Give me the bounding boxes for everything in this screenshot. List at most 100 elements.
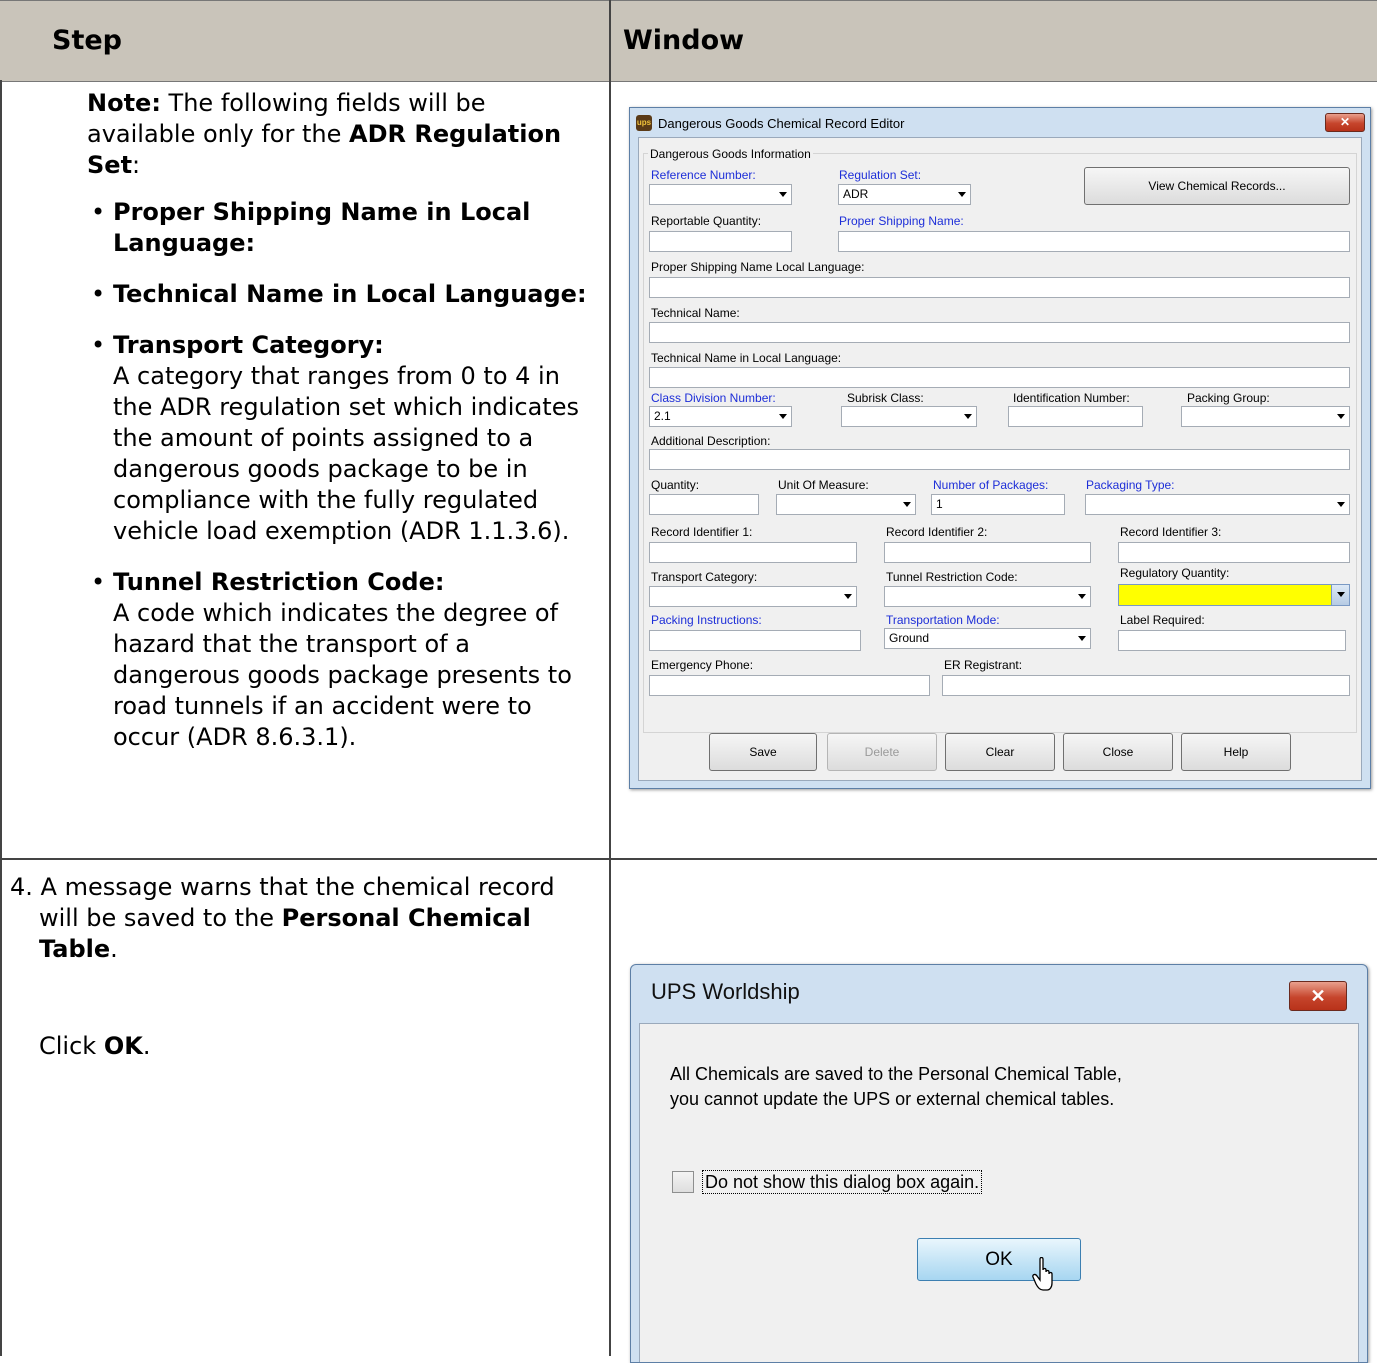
subrisk-class-combobox[interactable] (841, 406, 977, 427)
dropdown-button[interactable] (1331, 585, 1349, 605)
group-label: Dangerous Goods Information (648, 147, 813, 161)
record-identifier-3-label: Record Identifier 3: (1120, 525, 1222, 539)
chevron-down-icon (958, 192, 966, 197)
editor-client-area: Dangerous Goods Information Reference Nu… (638, 137, 1362, 781)
record-identifier-1-field[interactable] (649, 542, 857, 563)
adr-field-list: Proper Shipping Name in Local Language: … (87, 197, 592, 753)
packing-group-combobox[interactable] (1181, 406, 1350, 427)
psn-local-label: Proper Shipping Name Local Language: (651, 260, 865, 274)
class-division-combobox[interactable]: 2.1 (649, 406, 792, 427)
close-button[interactable]: Close (1063, 733, 1173, 771)
quantity-field[interactable] (649, 494, 759, 515)
technical-name-label: Technical Name: (651, 306, 740, 320)
number-of-packages-field[interactable]: 1 (931, 494, 1065, 515)
list-item: Transport Category:A category that range… (87, 330, 592, 547)
list-item: Tunnel Restriction Code:A code which ind… (87, 567, 592, 753)
chevron-down-icon (1337, 502, 1345, 507)
dialog-title: UPS Worldship (651, 979, 800, 1004)
chevron-down-icon (779, 414, 787, 419)
delete-button[interactable]: Delete (827, 733, 937, 771)
packing-instructions-label: Packing Instructions: (651, 613, 762, 627)
technical-local-field[interactable] (649, 367, 1350, 388)
view-chemical-records-button[interactable]: View Chemical Records... (1084, 167, 1350, 205)
dialog-close-icon[interactable]: ✕ (1289, 981, 1347, 1011)
proper-shipping-name-field[interactable] (838, 231, 1350, 252)
number-of-packages-label: Number of Packages: (933, 478, 1049, 492)
reportable-quantity-field[interactable] (649, 231, 792, 252)
subrisk-class-label: Subrisk Class: (847, 391, 924, 405)
transportation-mode-label: Transportation Mode: (886, 613, 1000, 627)
identification-number-field[interactable] (1008, 406, 1143, 427)
reference-number-combobox[interactable] (649, 184, 792, 205)
window-column-header: Window (623, 25, 745, 56)
table-header: Step Window (0, 0, 1377, 82)
dont-show-checkbox[interactable] (672, 1171, 694, 1193)
technical-name-field[interactable] (649, 322, 1350, 343)
ups-worldship-dialog: UPS Worldship ✕ All Chemicals are saved … (630, 964, 1368, 1363)
transport-category-label: Transport Category: (651, 570, 758, 584)
record-identifier-2-field[interactable] (884, 542, 1091, 563)
identification-number-label: Identification Number: (1013, 391, 1130, 405)
technical-local-label: Technical Name in Local Language: (651, 351, 842, 365)
help-button[interactable]: Help (1181, 733, 1291, 771)
list-item: Technical Name in Local Language: (87, 279, 592, 310)
column-divider (609, 0, 611, 1356)
reportable-quantity-label: Reportable Quantity: (651, 214, 762, 228)
chevron-down-icon (1337, 592, 1345, 597)
label-required-field[interactable] (1118, 630, 1346, 651)
proper-shipping-name-label: Proper Shipping Name: (839, 214, 964, 228)
regulatory-quantity-label: Regulatory Quantity: (1120, 566, 1230, 580)
regulatory-quantity-combobox[interactable] (1118, 584, 1350, 606)
er-registrant-field[interactable] (942, 675, 1350, 696)
packing-group-label: Packing Group: (1187, 391, 1270, 405)
step-column-header: Step (52, 25, 122, 56)
reference-number-label: Reference Number: (651, 168, 756, 182)
chevron-down-icon (903, 502, 911, 507)
record-identifier-1-label: Record Identifier 1: (651, 525, 753, 539)
unit-of-measure-label: Unit Of Measure: (778, 478, 869, 492)
step-4: 4. A message warns that the chemical rec… (10, 872, 590, 1062)
chevron-down-icon (1337, 414, 1345, 419)
dialog-client-area: All Chemicals are saved to the Personal … (639, 1023, 1359, 1362)
chevron-down-icon (779, 192, 787, 197)
ups-logo-icon: ups (636, 115, 652, 131)
step-note: Note: The following fields will be avail… (87, 88, 592, 773)
transportation-mode-combobox[interactable]: Ground (884, 628, 1091, 649)
packaging-type-combobox[interactable] (1085, 494, 1350, 515)
row-divider (0, 858, 1377, 860)
dont-show-label[interactable]: Do not show this dialog box again. (702, 1170, 983, 1194)
label-required-label: Label Required: (1120, 613, 1205, 627)
tunnel-restriction-combobox[interactable] (884, 586, 1091, 607)
mouse-cursor-icon (1032, 1257, 1053, 1291)
chevron-down-icon (964, 414, 972, 419)
transport-category-combobox[interactable] (649, 586, 857, 607)
class-division-label: Class Division Number: (651, 391, 776, 405)
additional-description-field[interactable] (649, 449, 1350, 470)
packing-instructions-field[interactable] (649, 630, 861, 651)
dialog-message: All Chemicals are saved to the Personal … (670, 1064, 1122, 1109)
regulation-set-label: Regulation Set: (839, 168, 922, 182)
er-registrant-label: ER Registrant: (944, 658, 1023, 672)
chevron-down-icon (1078, 636, 1086, 641)
record-identifier-2-label: Record Identifier 2: (886, 525, 988, 539)
tunnel-restriction-label: Tunnel Restriction Code: (886, 570, 1018, 584)
editor-title: Dangerous Goods Chemical Record Editor (658, 116, 905, 131)
save-button[interactable]: Save (709, 733, 817, 771)
clear-button[interactable]: Clear (945, 733, 1055, 771)
record-identifier-3-field[interactable] (1118, 542, 1350, 563)
packaging-type-label: Packaging Type: (1086, 478, 1175, 492)
emergency-phone-label: Emergency Phone: (651, 658, 754, 672)
list-item: Proper Shipping Name in Local Language: (87, 197, 592, 259)
chevron-down-icon (844, 594, 852, 599)
editor-close-icon[interactable]: ✕ (1325, 113, 1365, 132)
emergency-phone-field[interactable] (649, 675, 930, 696)
chevron-down-icon (1078, 594, 1086, 599)
chemical-record-editor-window: ups Dangerous Goods Chemical Record Edit… (629, 107, 1371, 789)
psn-local-field[interactable] (649, 277, 1350, 298)
quantity-label: Quantity: (651, 478, 700, 492)
click-ok-instruction: Click OK. (39, 1032, 151, 1060)
regulation-set-combobox[interactable]: ADR (838, 184, 971, 205)
table-left-border (0, 80, 2, 1356)
unit-of-measure-combobox[interactable] (776, 494, 916, 515)
additional-description-label: Additional Description: (651, 434, 771, 448)
